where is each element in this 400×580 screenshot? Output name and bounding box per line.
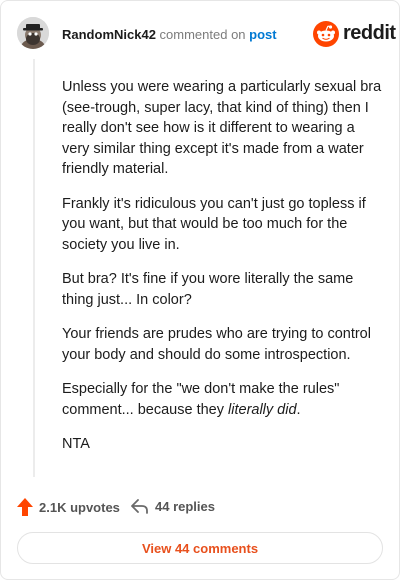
upvote-count: 2.1K upvotes (39, 499, 120, 515)
action-text: commented on (159, 27, 246, 42)
comment-card: RandomNick42 commented on post reddit Un… (0, 0, 400, 580)
username-link[interactable]: RandomNick42 (62, 27, 156, 42)
byline: RandomNick42 commented on post (62, 27, 277, 42)
comment-signoff: NTA (62, 436, 90, 452)
reddit-wordmark: reddit (343, 22, 396, 44)
post-link[interactable]: post (249, 27, 276, 42)
comment-footer: 2.1K upvotes 44 replies (17, 498, 387, 520)
comment-emphasis: literally did (228, 401, 297, 418)
avatar[interactable] (17, 17, 49, 49)
reply-button[interactable]: 44 replies (131, 498, 215, 514)
comment-paragraph-2: Frankly it's ridiculous you can't just g… (62, 195, 366, 253)
thread-line (33, 59, 35, 477)
comment-paragraph-5: Especially for the "we don't make the ru… (62, 379, 382, 420)
avatar-snoo-icon (17, 17, 49, 49)
reddit-snoo-icon (313, 21, 339, 47)
comment-header: RandomNick42 commented on post reddit (17, 17, 396, 51)
comment-paragraph-1: Unless you were wearing a particularly s… (62, 79, 382, 177)
view-comments-button[interactable]: View 44 comments (17, 532, 383, 564)
upvote-arrow-icon (17, 498, 33, 516)
upvote-button[interactable]: 2.1K upvotes (17, 498, 120, 516)
comment-paragraph-5-end: . (296, 401, 301, 418)
reddit-brand[interactable]: reddit (313, 21, 396, 47)
reply-count: 44 replies (155, 498, 215, 514)
comment-body: Unless you were wearing a particularly s… (62, 77, 382, 469)
reply-arrow-icon (131, 499, 148, 514)
comment-paragraph-4: Your friends are prudes who are trying t… (62, 326, 371, 363)
comment-paragraph-3: But bra? It's fine if you wore literally… (62, 271, 354, 308)
